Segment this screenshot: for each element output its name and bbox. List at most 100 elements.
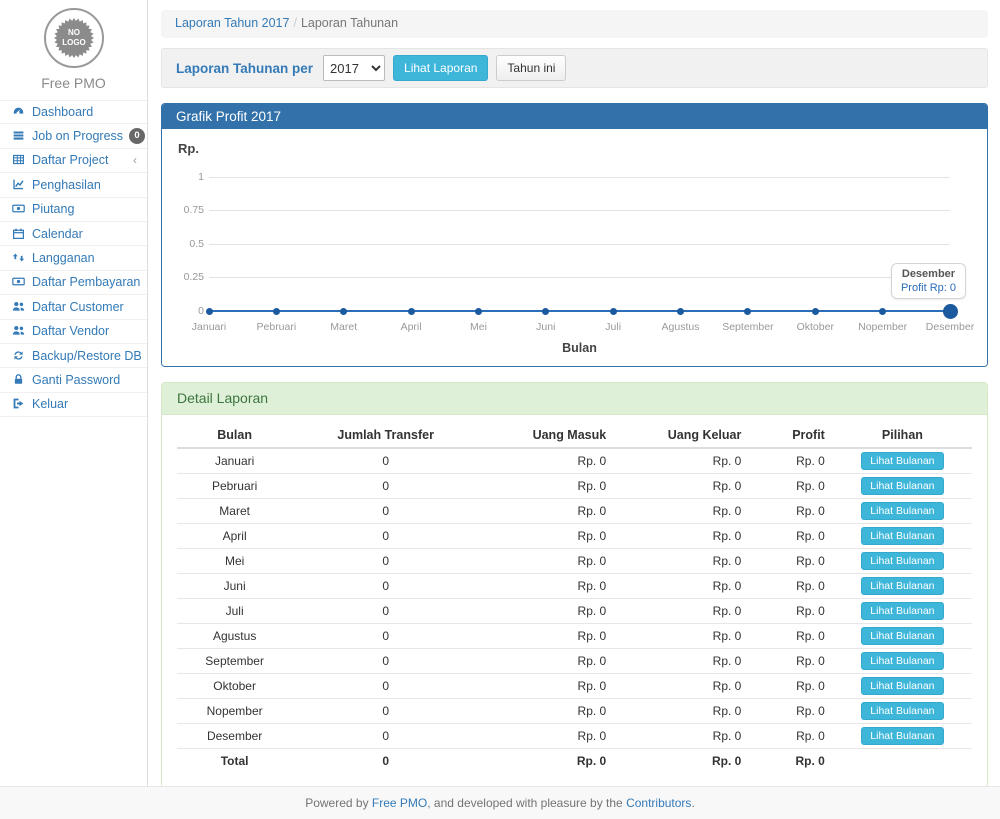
data-point-nopember[interactable]: [879, 308, 886, 315]
line-chart-icon: [12, 178, 26, 192]
lihat-bulanan-button[interactable]: Lihat Bulanan: [861, 452, 943, 470]
data-point-agustus[interactable]: [677, 308, 684, 315]
data-point-pebruari[interactable]: [273, 308, 280, 315]
report-filter-bar: Laporan Tahunan per 2017 Lihat Laporan T…: [161, 48, 988, 88]
data-point-desember[interactable]: [943, 304, 958, 319]
sidebar-item-calendar[interactable]: Calendar: [0, 222, 147, 246]
lihat-bulanan-button[interactable]: Lihat Bulanan: [861, 577, 943, 595]
table-row: Januari 0 Rp. 0 Rp. 0 Rp. 0 Lihat Bulana…: [177, 448, 972, 474]
lihat-bulanan-button[interactable]: Lihat Bulanan: [861, 552, 943, 570]
table-row: September 0 Rp. 0 Rp. 0 Rp. 0 Lihat Bula…: [177, 649, 972, 674]
x-tick-label: Agustus: [662, 321, 700, 333]
y-tick-label: 0.75: [164, 204, 204, 216]
lihat-bulanan-button[interactable]: Lihat Bulanan: [861, 727, 943, 745]
table-row: Juni 0 Rp. 0 Rp. 0 Rp. 0 Lihat Bulanan: [177, 574, 972, 599]
y-tick-label: 0.25: [164, 271, 204, 283]
users-icon: [12, 324, 26, 338]
breadcrumb-link-laporan-tahun[interactable]: Laporan Tahun 2017: [175, 16, 289, 30]
y-tick-label: 1: [164, 171, 204, 183]
table-row: April 0 Rp. 0 Rp. 0 Rp. 0 Lihat Bulanan: [177, 524, 972, 549]
sidebar-item-piutang[interactable]: Piutang: [0, 198, 147, 222]
lock-icon: [12, 373, 26, 387]
retweet-icon: [12, 251, 26, 265]
breadcrumb-separator: /: [293, 16, 296, 30]
lihat-laporan-button[interactable]: Lihat Laporan: [393, 55, 488, 81]
free-pmo-link[interactable]: Free PMO: [372, 796, 427, 810]
tasks-icon: [12, 129, 26, 143]
footer-text-middle: , and developed with pleasure by the: [427, 796, 626, 810]
sidebar-item-job-on-progress[interactable]: Job on Progress 0: [0, 124, 147, 148]
lihat-bulanan-button[interactable]: Lihat Bulanan: [861, 602, 943, 620]
sidebar-item-dashboard[interactable]: Dashboard: [0, 100, 147, 124]
data-point-maret[interactable]: [340, 308, 347, 315]
sidebar-item-ganti-password[interactable]: Ganti Password: [0, 368, 147, 392]
profit-chart-title: Grafik Profit 2017: [162, 104, 987, 129]
data-point-april[interactable]: [408, 308, 415, 315]
sidebar-item-backup-restore-db[interactable]: Backup/Restore DB: [0, 344, 147, 368]
profit-chart-panel: Grafik Profit 2017 Rp. 10.750.50.250 Jan…: [161, 103, 988, 367]
chart-tooltip: Desember Profit Rp: 0: [891, 263, 966, 299]
gridline: [209, 244, 950, 245]
gridline: [209, 277, 950, 278]
x-tick-label: April: [401, 321, 422, 333]
tahun-ini-button[interactable]: Tahun ini: [496, 55, 566, 81]
report-table: Bulan Jumlah Transfer Uang Masuk Uang Ke…: [177, 423, 972, 773]
lihat-bulanan-button[interactable]: Lihat Bulanan: [861, 702, 943, 720]
brand-block: NO LOGO Free PMO: [0, 0, 147, 100]
tooltip-value: Profit Rp: 0: [901, 282, 956, 294]
lihat-bulanan-button[interactable]: Lihat Bulanan: [861, 627, 943, 645]
lihat-bulanan-button[interactable]: Lihat Bulanan: [861, 527, 943, 545]
detail-report-body: Bulan Jumlah Transfer Uang Masuk Uang Ke…: [162, 415, 987, 787]
brand-name: Free PMO: [0, 75, 147, 100]
breadcrumb-current: Laporan Tahunan: [301, 16, 398, 30]
x-tick-label: September: [722, 321, 773, 333]
lihat-bulanan-button[interactable]: Lihat Bulanan: [861, 652, 943, 670]
sidebar-item-daftar-vendor[interactable]: Daftar Vendor: [0, 320, 147, 344]
data-point-juli[interactable]: [610, 308, 617, 315]
job-count-badge: 0: [129, 128, 145, 144]
sidebar-item-keluar[interactable]: Keluar: [0, 393, 147, 417]
total-profit: Rp. 0: [749, 749, 832, 773]
table-row: Juli 0 Rp. 0 Rp. 0 Rp. 0 Lihat Bulanan: [177, 599, 972, 624]
gridline: [209, 210, 950, 211]
gridline: [209, 177, 950, 178]
sidebar-nav: Dashboard Job on Progress 0 Daftar Proje…: [0, 100, 147, 417]
data-point-oktober[interactable]: [812, 308, 819, 315]
sidebar-item-langganan[interactable]: Langganan: [0, 246, 147, 270]
header-bulan: Bulan: [177, 423, 292, 448]
table-row: Nopember 0 Rp. 0 Rp. 0 Rp. 0 Lihat Bulan…: [177, 699, 972, 724]
total-uang-keluar: Rp. 0: [614, 749, 749, 773]
logo-text-line1: NO: [68, 28, 80, 37]
report-table-header-row: Bulan Jumlah Transfer Uang Masuk Uang Ke…: [177, 423, 972, 448]
total-jumlah-transfer: 0: [292, 749, 479, 773]
sidebar-item-daftar-customer[interactable]: Daftar Customer: [0, 295, 147, 319]
x-tick-label: Januari: [192, 321, 226, 333]
data-point-september[interactable]: [744, 308, 751, 315]
x-tick-label: Oktober: [797, 321, 834, 333]
no-logo-badge: NO LOGO: [44, 8, 104, 68]
filter-label: Laporan Tahunan per: [176, 61, 313, 76]
lihat-bulanan-button[interactable]: Lihat Bulanan: [861, 502, 943, 520]
money-icon: [12, 275, 26, 289]
sidebar-item-daftar-project[interactable]: Daftar Project ‹: [0, 149, 147, 173]
profit-line-chart: Rp. 10.750.50.250 JanuariPebruariMaretAp…: [162, 129, 987, 366]
y-tick-label: 0.5: [164, 238, 204, 250]
total-uang-masuk: Rp. 0: [479, 749, 614, 773]
y-tick-label: 0: [164, 305, 204, 317]
lihat-bulanan-button[interactable]: Lihat Bulanan: [861, 477, 943, 495]
data-point-juni[interactable]: [542, 308, 549, 315]
sidebar: NO LOGO Free PMO Dashboard Job on Progre…: [0, 0, 148, 786]
data-point-mei[interactable]: [475, 308, 482, 315]
footer-text-after: .: [691, 796, 694, 810]
sidebar-item-penghasilan[interactable]: Penghasilan: [0, 173, 147, 197]
year-select[interactable]: 2017: [323, 55, 385, 81]
contributors-link[interactable]: Contributors: [626, 796, 691, 810]
data-point-januari[interactable]: [206, 308, 213, 315]
x-tick-label: Juni: [536, 321, 555, 333]
lihat-bulanan-button[interactable]: Lihat Bulanan: [861, 677, 943, 695]
refresh-icon: [12, 349, 26, 363]
x-tick-label: Nopember: [858, 321, 907, 333]
sidebar-item-daftar-pembayaran[interactable]: Daftar Pembayaran: [0, 271, 147, 295]
money-icon: [12, 202, 26, 216]
table-row: Mei 0 Rp. 0 Rp. 0 Rp. 0 Lihat Bulanan: [177, 549, 972, 574]
